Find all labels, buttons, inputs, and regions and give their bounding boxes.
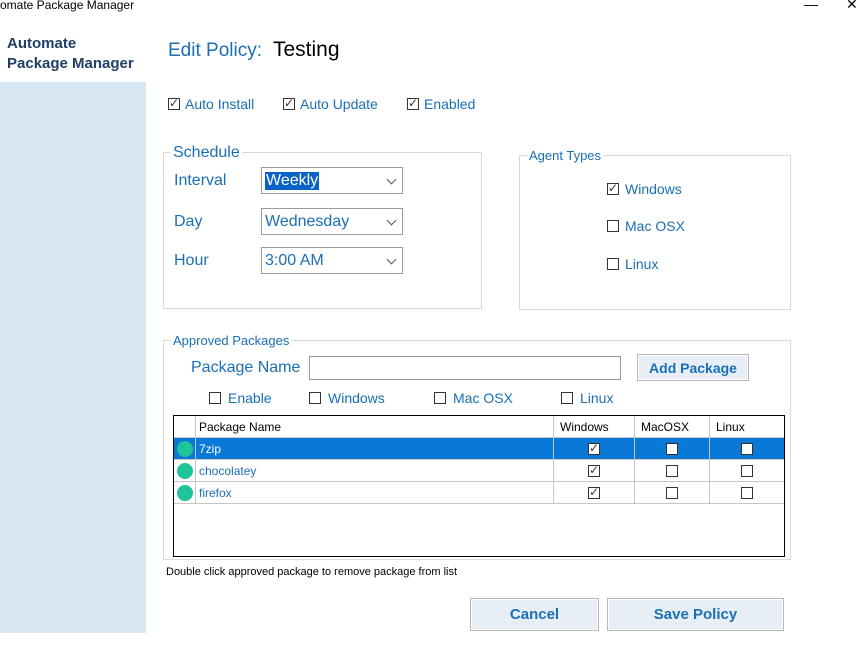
table-row[interactable]: firefox (174, 482, 784, 504)
filter-linux-checkbox[interactable]: Linux (561, 390, 613, 406)
checkbox-icon[interactable] (741, 442, 753, 455)
approved-packages-table[interactable]: Package Name Windows MacOSX Linux 7zip c… (173, 415, 785, 557)
header-status (174, 416, 196, 438)
checkbox-icon[interactable] (607, 220, 619, 232)
chevron-down-icon[interactable] (385, 215, 399, 229)
linux-cell[interactable] (710, 482, 784, 504)
header-windows[interactable]: Windows (554, 416, 635, 438)
checkbox-checked-icon[interactable] (588, 441, 600, 455)
package-name-cell[interactable]: 7zip (196, 438, 554, 460)
package-name-label: Package Name (191, 359, 301, 376)
filter-macosx-checkbox[interactable]: Mac OSX (434, 390, 513, 406)
filter-enable-checkbox[interactable]: Enable (209, 390, 272, 406)
agent-linux-checkbox[interactable]: Linux (607, 256, 658, 272)
edit-policy-label: Edit Policy: (168, 40, 262, 61)
add-package-button[interactable]: Add Package (637, 354, 749, 381)
filter-enable-label: Enable (228, 390, 272, 406)
agent-macosx-label: Mac OSX (625, 218, 685, 234)
windows-cell[interactable] (554, 482, 635, 504)
checkbox-checked-icon[interactable] (588, 463, 600, 477)
checkbox-checked-icon[interactable] (168, 96, 180, 110)
table-header: Package Name Windows MacOSX Linux (174, 416, 784, 438)
checkbox-icon[interactable] (741, 464, 753, 477)
chevron-down-icon[interactable] (385, 174, 399, 188)
status-cell (174, 438, 196, 460)
macosx-cell[interactable] (635, 438, 710, 460)
windows-cell[interactable] (554, 438, 635, 460)
app-title-line2: Package Manager (7, 55, 134, 72)
checkbox-icon[interactable] (741, 486, 753, 499)
macosx-cell[interactable] (635, 482, 710, 504)
checkbox-icon[interactable] (666, 442, 678, 455)
checkbox-icon[interactable] (666, 486, 678, 499)
checkbox-checked-icon[interactable] (283, 96, 295, 110)
filter-macosx-label: Mac OSX (453, 390, 513, 406)
agent-windows-label: Windows (625, 181, 682, 197)
close-icon[interactable]: ✕ (846, 0, 858, 13)
app-title: Automate Package Manager (7, 34, 134, 74)
interval-value: Weekly (265, 171, 320, 190)
chevron-down-icon[interactable] (385, 254, 399, 268)
auto-install-label: Auto Install (185, 96, 255, 112)
linux-cell[interactable] (710, 460, 784, 482)
hour-select[interactable]: 3:00 AM (261, 247, 403, 274)
checkbox-icon[interactable] (209, 392, 221, 404)
approved-packages-legend: Approved Packages (171, 333, 292, 348)
checkbox-icon[interactable] (434, 392, 446, 404)
status-dot-icon (176, 462, 193, 479)
package-name-input[interactable] (309, 356, 621, 380)
checkbox-icon[interactable] (607, 258, 619, 270)
auto-update-label: Auto Update (300, 96, 378, 112)
interval-select[interactable]: Weekly (261, 167, 403, 194)
day-value: Wednesday (265, 212, 350, 230)
hour-label: Hour (174, 252, 209, 269)
sidebar-header: Automate Package Manager (0, 22, 146, 82)
app-title-line1: Automate (7, 35, 77, 52)
agent-linux-label: Linux (625, 256, 659, 272)
header-package-name[interactable]: Package Name (196, 416, 554, 438)
checkbox-checked-icon[interactable] (407, 96, 419, 110)
checkbox-icon[interactable] (309, 392, 321, 404)
sidebar: Automate Package Manager (0, 22, 146, 633)
enabled-checkbox[interactable]: Enabled (407, 96, 475, 112)
schedule-legend: Schedule (171, 144, 242, 162)
auto-install-checkbox[interactable]: Auto Install (168, 96, 254, 112)
status-cell (174, 482, 196, 504)
save-policy-button[interactable]: Save Policy (607, 598, 784, 631)
status-dot-icon (176, 440, 193, 457)
remove-package-hint: Double click approved package to remove … (166, 566, 458, 578)
checkbox-icon[interactable] (666, 464, 678, 477)
windows-cell[interactable] (554, 460, 635, 482)
auto-update-checkbox[interactable]: Auto Update (283, 96, 378, 112)
package-name-cell[interactable]: firefox (196, 482, 554, 504)
cancel-button[interactable]: Cancel (470, 598, 599, 631)
macosx-cell[interactable] (635, 460, 710, 482)
table-row[interactable]: chocolatey (174, 460, 784, 482)
checkbox-checked-icon[interactable] (588, 485, 600, 499)
filter-windows-checkbox[interactable]: Windows (309, 390, 385, 406)
filter-linux-label: Linux (580, 390, 614, 406)
hour-value: 3:00 AM (265, 251, 324, 269)
status-dot-icon (176, 484, 193, 501)
agent-types-legend: Agent Types (527, 148, 604, 163)
status-cell (174, 460, 196, 482)
checkbox-checked-icon[interactable] (607, 181, 619, 195)
interval-label: Interval (174, 172, 227, 189)
filter-windows-label: Windows (328, 390, 385, 406)
header-macosx[interactable]: MacOSX (635, 416, 710, 438)
day-select[interactable]: Wednesday (261, 208, 403, 235)
package-name-cell[interactable]: chocolatey (196, 460, 554, 482)
policy-name: Testing (273, 38, 340, 61)
window-title: omate Package Manager (0, 0, 135, 12)
table-row[interactable]: 7zip (174, 438, 784, 460)
checkbox-icon[interactable] (561, 392, 573, 404)
enabled-label: Enabled (424, 96, 476, 112)
minimize-icon[interactable]: — (804, 0, 818, 12)
day-label: Day (174, 213, 203, 230)
linux-cell[interactable] (710, 438, 784, 460)
agent-macosx-checkbox[interactable]: Mac OSX (607, 218, 685, 234)
header-linux[interactable]: Linux (710, 416, 784, 438)
agent-windows-checkbox[interactable]: Windows (607, 181, 682, 197)
agent-types-group: Agent Types Windows Mac OSX Linux (519, 148, 791, 310)
